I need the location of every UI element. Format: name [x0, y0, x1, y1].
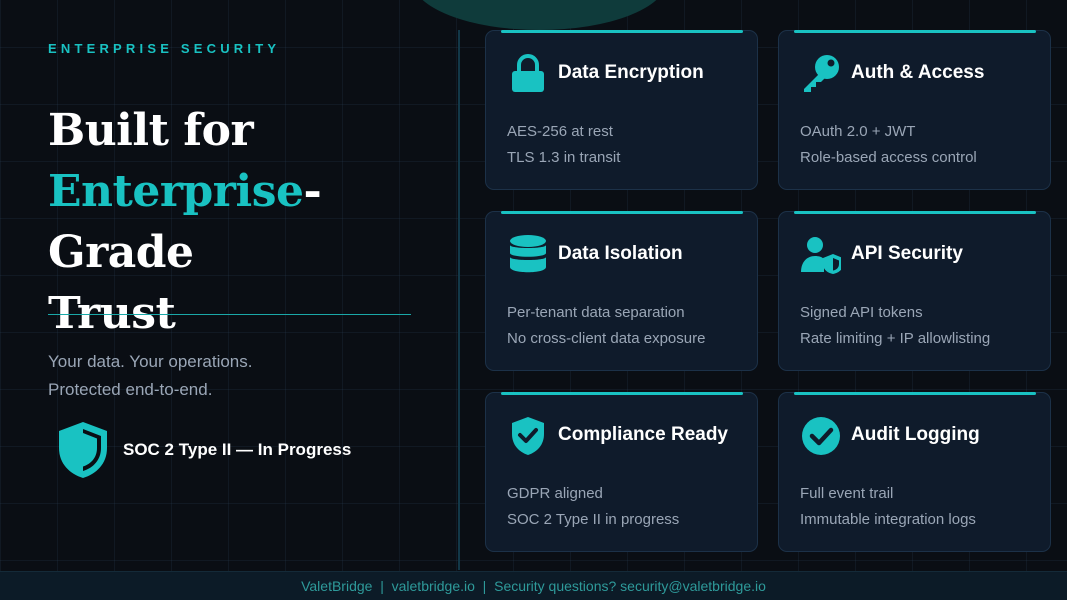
card-accent-bar [794, 30, 1036, 33]
eyebrow-label: ENTERPRISE SECURITY [48, 41, 281, 56]
database-icon [510, 235, 546, 273]
card-title: API Security [851, 243, 963, 264]
footer: ValetBridge | valetbridge.io | Security … [0, 571, 1067, 600]
card-line-1: GDPR aligned [507, 485, 603, 502]
card-accent-bar [501, 211, 743, 214]
card-line-1: Signed API tokens [800, 304, 923, 321]
headline-accent: Enterprise [48, 166, 304, 217]
headline-line-2: Enterprise-Grade [48, 161, 448, 283]
shield-icon [59, 422, 107, 478]
card-title: Auth & Access [851, 62, 985, 83]
divider-vertical [458, 30, 460, 570]
card-title: Audit Logging [851, 424, 980, 445]
card-line-1: OAuth 2.0 + JWT [800, 123, 916, 140]
card-accent-bar [794, 211, 1036, 214]
card-data-isolation: Data Isolation Per-tenant data separatio… [485, 211, 758, 371]
key-icon [804, 55, 839, 92]
headline: Built for Enterprise-Grade Trust [48, 100, 448, 344]
card-line-2: TLS 1.3 in transit [507, 149, 621, 166]
tagline-line-2: Protected end-to-end. [48, 380, 213, 399]
soc-badge-label: SOC 2 Type II — In Progress [123, 440, 352, 459]
card-line-2: SOC 2 Type II in progress [507, 511, 680, 528]
card-compliance-ready: Compliance Ready GDPR aligned SOC 2 Type… [485, 392, 758, 552]
footer-text: ValetBridge | valetbridge.io | Security … [301, 578, 766, 594]
card-audit-logging: Audit Logging Full event trail Immutable… [778, 392, 1051, 552]
card-auth-access: Auth & Access OAuth 2.0 + JWT Role-based… [778, 30, 1051, 190]
check-circle-icon [802, 417, 840, 455]
card-title: Data Isolation [558, 243, 683, 264]
headline-line-1: Built for [48, 105, 254, 156]
card-line-2: Immutable integration logs [800, 511, 976, 528]
card-line-1: Per-tenant data separation [507, 304, 685, 321]
card-line-1: Full event trail [800, 485, 894, 502]
card-accent-bar [794, 392, 1036, 395]
card-api-security: API Security Signed API tokens Rate limi… [778, 211, 1051, 371]
tagline-line-1: Your data. Your operations. [48, 352, 253, 371]
tagline: Your data. Your operations. Protected en… [48, 348, 252, 404]
user-shield-icon [801, 237, 841, 274]
card-line-2: Role-based access control [800, 149, 977, 166]
card-title: Data Encryption [558, 62, 704, 83]
shield-check-icon [512, 417, 544, 455]
card-line-2: No cross-client data exposure [507, 330, 706, 347]
card-title: Compliance Ready [558, 424, 728, 445]
soc-badge: SOC 2 Type II — In Progress [55, 420, 351, 480]
divider-horizontal [48, 314, 411, 315]
card-line-1: AES-256 at rest [507, 123, 613, 140]
lock-icon [512, 54, 544, 92]
card-accent-bar [501, 30, 743, 33]
card-accent-bar [501, 392, 743, 395]
card-data-encryption: Data Encryption AES-256 at rest TLS 1.3 … [485, 30, 758, 190]
card-line-2: Rate limiting + IP allowlisting [800, 330, 991, 347]
